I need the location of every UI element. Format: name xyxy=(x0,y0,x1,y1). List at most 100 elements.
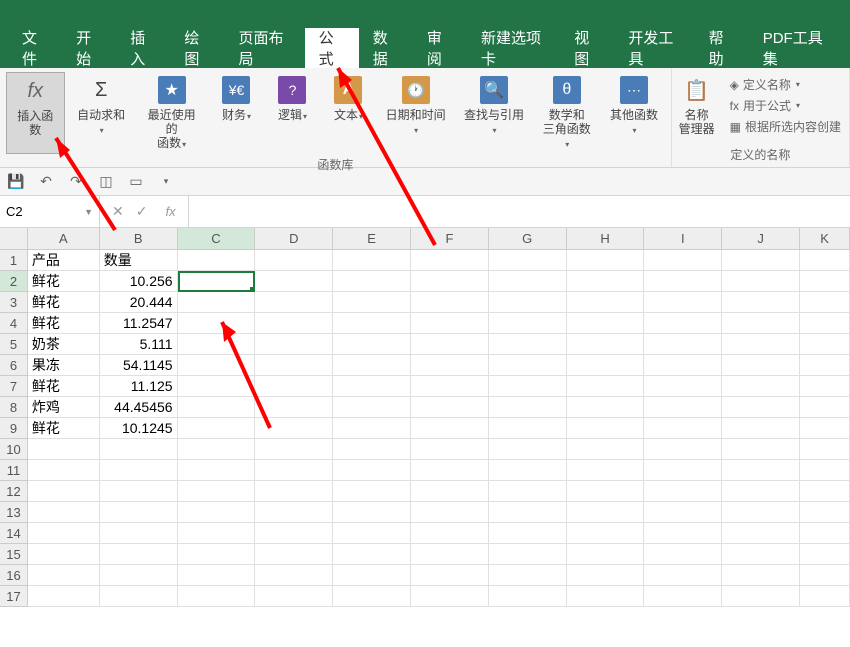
cell-F4[interactable] xyxy=(411,313,489,334)
cell-B17[interactable] xyxy=(100,586,178,607)
cell-I12[interactable] xyxy=(644,481,722,502)
cell-D1[interactable] xyxy=(255,250,333,271)
more-functions-button[interactable]: ⋯ 其他函数▾ xyxy=(603,72,664,154)
col-header-C[interactable]: C xyxy=(178,228,256,250)
cell-F3[interactable] xyxy=(411,292,489,313)
cell-F12[interactable] xyxy=(411,481,489,502)
cell-H11[interactable] xyxy=(567,460,645,481)
col-header-E[interactable]: E xyxy=(333,228,411,250)
cell-H6[interactable] xyxy=(567,355,645,376)
cell-A2[interactable]: 鲜花 xyxy=(28,271,100,292)
row-header-7[interactable]: 7 xyxy=(0,376,28,397)
name-manager-button[interactable]: 📋 名称 管理器 xyxy=(672,72,722,139)
cell-C17[interactable] xyxy=(178,586,256,607)
cell-D7[interactable] xyxy=(255,376,333,397)
cell-G11[interactable] xyxy=(489,460,567,481)
cell-I10[interactable] xyxy=(644,439,722,460)
col-header-A[interactable]: A xyxy=(28,228,100,250)
cell-I11[interactable] xyxy=(644,460,722,481)
text-button[interactable]: A 文本▾ xyxy=(323,72,373,154)
cell-A9[interactable]: 鲜花 xyxy=(28,418,100,439)
cell-K15[interactable] xyxy=(800,544,850,565)
cell-A1[interactable]: 产品 xyxy=(28,250,100,271)
cell-E3[interactable] xyxy=(333,292,411,313)
cell-K9[interactable] xyxy=(800,418,850,439)
cell-D6[interactable] xyxy=(255,355,333,376)
cancel-icon[interactable]: ✕ xyxy=(112,203,124,220)
cell-H15[interactable] xyxy=(567,544,645,565)
cell-B15[interactable] xyxy=(100,544,178,565)
cell-C10[interactable] xyxy=(178,439,256,460)
cell-A5[interactable]: 奶茶 xyxy=(28,334,100,355)
name-box[interactable]: C2 ▼ xyxy=(0,196,100,227)
cell-D13[interactable] xyxy=(255,502,333,523)
cell-I7[interactable] xyxy=(644,376,722,397)
cell-B2[interactable]: 10.256 xyxy=(100,271,178,292)
cell-K16[interactable] xyxy=(800,565,850,586)
cell-A10[interactable] xyxy=(28,439,100,460)
row-header-16[interactable]: 16 xyxy=(0,565,28,586)
cell-I15[interactable] xyxy=(644,544,722,565)
col-header-K[interactable]: K xyxy=(800,228,850,250)
cell-F7[interactable] xyxy=(411,376,489,397)
name-box-dropdown-icon[interactable]: ▼ xyxy=(84,207,93,217)
cell-G7[interactable] xyxy=(489,376,567,397)
cell-E5[interactable] xyxy=(333,334,411,355)
col-header-B[interactable]: B xyxy=(100,228,178,250)
cell-I17[interactable] xyxy=(644,586,722,607)
cell-H4[interactable] xyxy=(567,313,645,334)
cell-F10[interactable] xyxy=(411,439,489,460)
cell-A8[interactable]: 炸鸡 xyxy=(28,397,100,418)
cell-F11[interactable] xyxy=(411,460,489,481)
cell-J11[interactable] xyxy=(722,460,800,481)
cell-B6[interactable]: 54.1145 xyxy=(100,355,178,376)
cell-K4[interactable] xyxy=(800,313,850,334)
cell-B8[interactable]: 44.45456 xyxy=(100,397,178,418)
row-header-6[interactable]: 6 xyxy=(0,355,28,376)
cell-D2[interactable] xyxy=(255,271,333,292)
cell-C11[interactable] xyxy=(178,460,256,481)
cell-H16[interactable] xyxy=(567,565,645,586)
cell-B10[interactable] xyxy=(100,439,178,460)
cell-D16[interactable] xyxy=(255,565,333,586)
cell-J15[interactable] xyxy=(722,544,800,565)
col-header-G[interactable]: G xyxy=(489,228,567,250)
cell-D17[interactable] xyxy=(255,586,333,607)
cell-C16[interactable] xyxy=(178,565,256,586)
cell-E2[interactable] xyxy=(333,271,411,292)
cell-A4[interactable]: 鲜花 xyxy=(28,313,100,334)
menu-formulas[interactable]: 公式 xyxy=(305,28,359,68)
cell-D12[interactable] xyxy=(255,481,333,502)
cell-B14[interactable] xyxy=(100,523,178,544)
cell-H17[interactable] xyxy=(567,586,645,607)
use-in-formula-button[interactable]: fx用于公式▾ xyxy=(730,97,841,114)
recent-functions-button[interactable]: ★ 最近使用的 函数▾ xyxy=(138,72,206,154)
cell-J4[interactable] xyxy=(722,313,800,334)
cell-J12[interactable] xyxy=(722,481,800,502)
cell-H1[interactable] xyxy=(567,250,645,271)
cell-E4[interactable] xyxy=(333,313,411,334)
cell-B3[interactable]: 20.444 xyxy=(100,292,178,313)
cell-B9[interactable]: 10.1245 xyxy=(100,418,178,439)
cell-B5[interactable]: 5.111 xyxy=(100,334,178,355)
cell-G6[interactable] xyxy=(489,355,567,376)
cell-K5[interactable] xyxy=(800,334,850,355)
cell-C12[interactable] xyxy=(178,481,256,502)
cell-A16[interactable] xyxy=(28,565,100,586)
cell-F17[interactable] xyxy=(411,586,489,607)
row-header-8[interactable]: 8 xyxy=(0,397,28,418)
cell-J6[interactable] xyxy=(722,355,800,376)
spreadsheet-grid[interactable]: A B C D E F G H I J K 1产品数量2鲜花10.2563鲜花2… xyxy=(0,228,850,607)
row-header-15[interactable]: 15 xyxy=(0,544,28,565)
row-header-2[interactable]: 2 xyxy=(0,271,28,292)
cell-A3[interactable]: 鲜花 xyxy=(28,292,100,313)
qat-btn-1[interactable]: ◫ xyxy=(96,172,116,192)
qat-dropdown[interactable]: ▾ xyxy=(156,172,176,192)
cell-J13[interactable] xyxy=(722,502,800,523)
cell-A14[interactable] xyxy=(28,523,100,544)
row-header-10[interactable]: 10 xyxy=(0,439,28,460)
col-header-I[interactable]: I xyxy=(644,228,722,250)
lookup-button[interactable]: 🔍 查找与引用▾ xyxy=(458,72,530,154)
cell-H3[interactable] xyxy=(567,292,645,313)
cell-D9[interactable] xyxy=(255,418,333,439)
